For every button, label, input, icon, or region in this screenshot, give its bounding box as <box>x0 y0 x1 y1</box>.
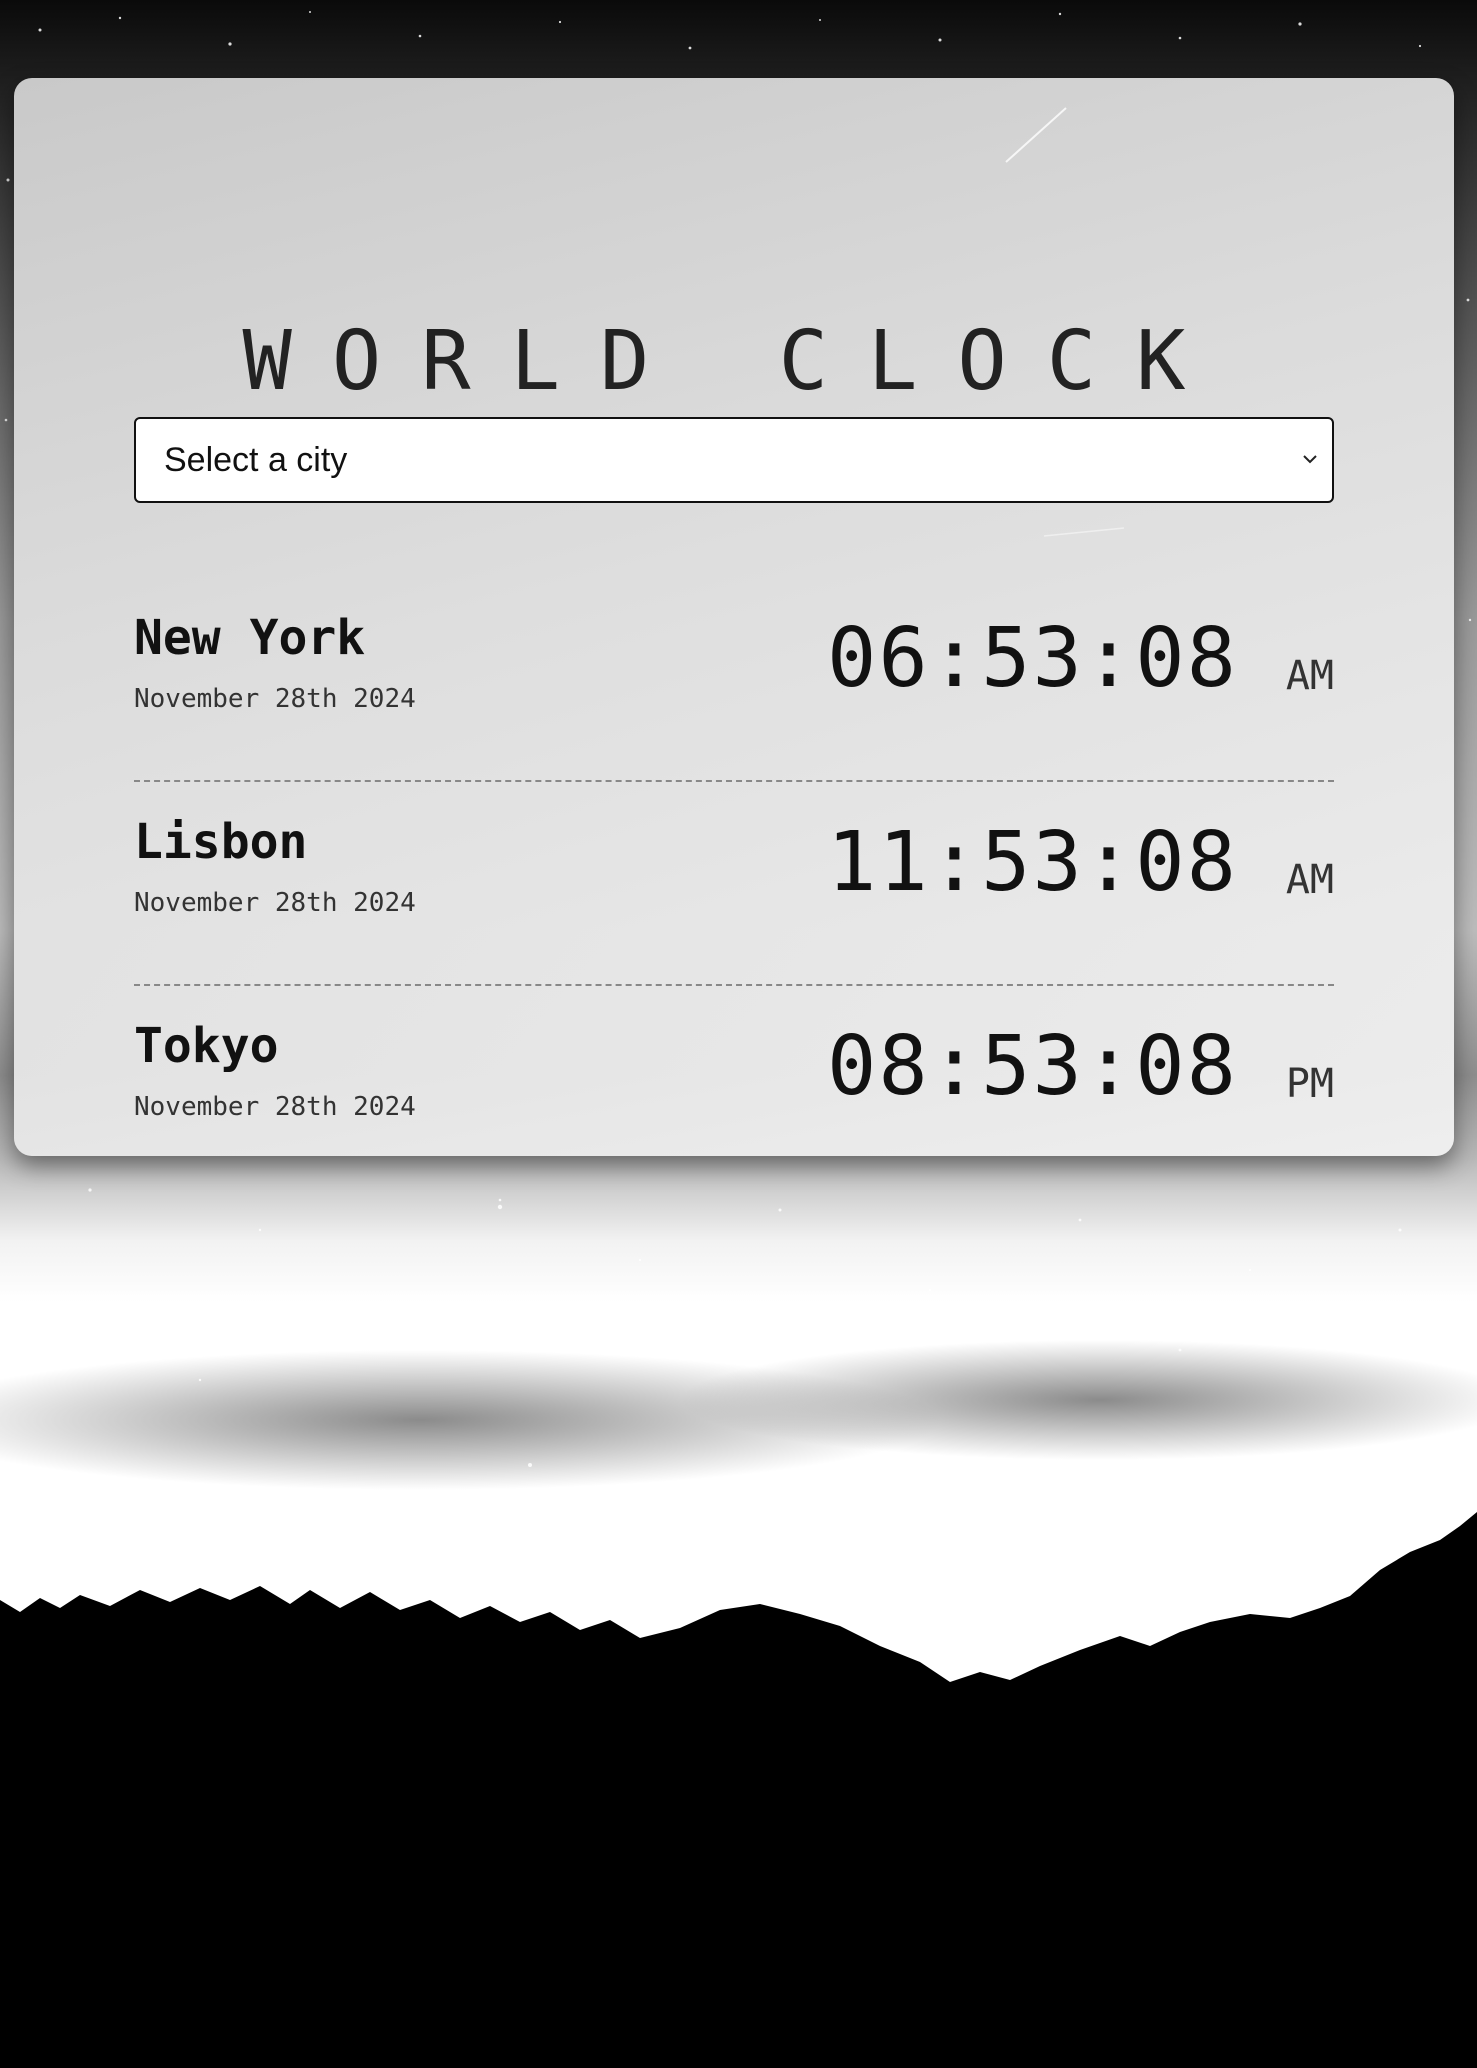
city-row-lisbon: Lisbon November 28th 2024 11:53:08 AM <box>134 782 1334 986</box>
city-select-label: Select a city <box>164 441 348 479</box>
city-row-new-york: New York November 28th 2024 06:53:08 AM <box>134 578 1334 782</box>
city-select[interactable]: Select a city <box>134 417 1334 503</box>
city-ampm: PM <box>1285 1061 1334 1107</box>
city-name: New York <box>134 610 366 666</box>
city-ampm: AM <box>1285 653 1334 699</box>
page-title: WORLD CLOCK <box>242 313 1226 409</box>
city-list: New York November 28th 2024 06:53:08 AM … <box>134 608 1334 1156</box>
chevron-down-icon <box>1303 455 1317 464</box>
city-date: November 28th 2024 <box>134 1092 416 1122</box>
city-time: 06:53:08 <box>827 611 1238 706</box>
city-time: 11:53:08 <box>827 815 1238 910</box>
city-row-tokyo: Tokyo November 28th 2024 08:53:08 PM <box>134 986 1334 1156</box>
city-ampm: AM <box>1285 857 1334 903</box>
city-date: November 28th 2024 <box>134 888 416 918</box>
city-name: Lisbon <box>134 814 308 870</box>
city-time: 08:53:08 <box>827 1019 1238 1114</box>
city-date: November 28th 2024 <box>134 684 416 714</box>
city-name: Tokyo <box>134 1018 279 1074</box>
world-clock-card: WORLD CLOCK Select a city New York Novem… <box>14 78 1454 1156</box>
